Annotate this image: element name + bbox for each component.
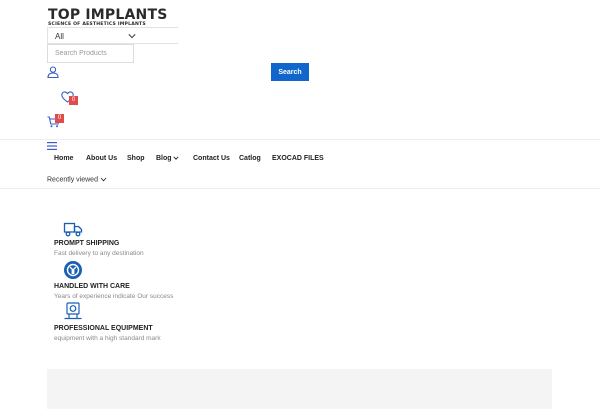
nav-item-about-us[interactable]: About Us [86, 155, 117, 162]
equipment-icon [64, 302, 82, 320]
search-button[interactable]: Search [271, 63, 309, 81]
cart-count-badge: 0 [55, 114, 64, 123]
nav-item-exocad-files[interactable]: EXOCAD FILES [272, 155, 324, 162]
feature-title: HANDLED WITH CARE [54, 283, 130, 290]
site-logo[interactable]: TOP IMPLANTS SCIENCE OF AESTHETICS IMPLA… [48, 7, 168, 28]
feature-description: Years of experience indicate Our success [54, 293, 174, 300]
recently-viewed-toggle[interactable]: Recently viewed [47, 176, 107, 183]
truck-icon [63, 222, 83, 237]
category-select-value: All [55, 32, 64, 41]
wishlist-count-badge: 0 [69, 96, 78, 105]
hamburger-menu-icon[interactable] [47, 142, 57, 150]
chevron-down-icon [128, 34, 136, 39]
feature-description: equipment with a high standard mark [54, 335, 161, 342]
nav-item-shop[interactable]: Shop [127, 155, 145, 162]
feature-title: PROFESSIONAL EQUIPMENT [54, 325, 153, 332]
feature-description: Fast delivery to any destination [54, 250, 144, 257]
recently-viewed-label: Recently viewed [47, 176, 98, 184]
nav-divider [0, 188, 600, 189]
nav-item-blog[interactable]: Blog [156, 155, 179, 162]
nav-item-contact-us[interactable]: Contact Us [193, 155, 230, 162]
header-divider [0, 139, 600, 140]
logo-title: TOP IMPLANTS [48, 7, 168, 23]
care-icon [64, 261, 82, 279]
nav-item-blog-label: Blog [156, 155, 172, 162]
footer-section [47, 369, 552, 409]
chevron-down-icon [173, 156, 179, 161]
nav-item-catlog[interactable]: Catlog [239, 155, 261, 162]
feature-title: PROMPT SHIPPING [54, 240, 120, 247]
chevron-down-icon [100, 177, 107, 182]
nav-item-home[interactable]: Home [54, 155, 73, 162]
user-icon[interactable] [47, 66, 59, 78]
search-input[interactable] [47, 44, 134, 63]
category-select[interactable]: All [47, 27, 178, 44]
